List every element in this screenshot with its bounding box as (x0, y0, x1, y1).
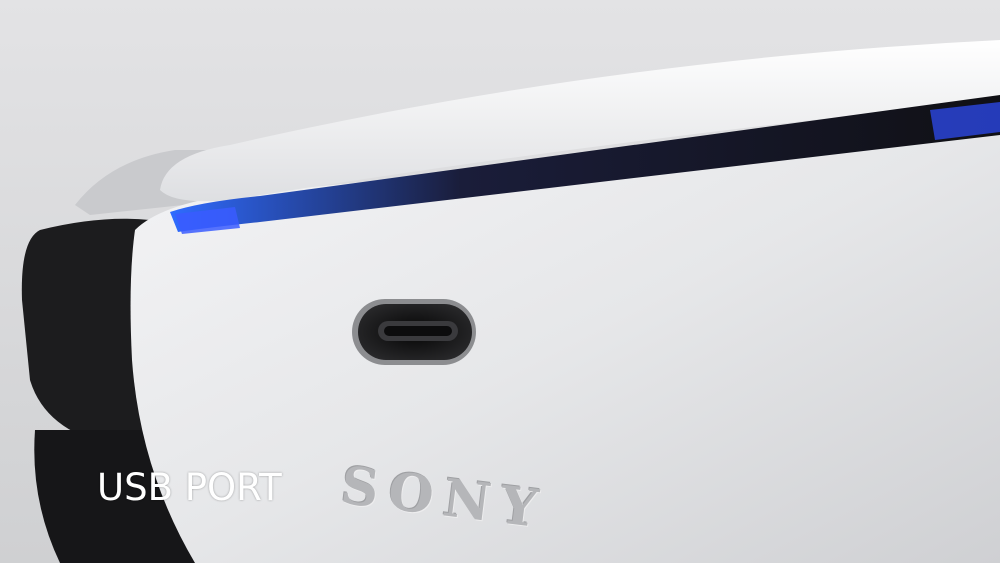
usb-port (352, 299, 476, 365)
caption: USB PORT (97, 466, 282, 509)
photo-scene: SONY USB PORT (0, 0, 1000, 563)
